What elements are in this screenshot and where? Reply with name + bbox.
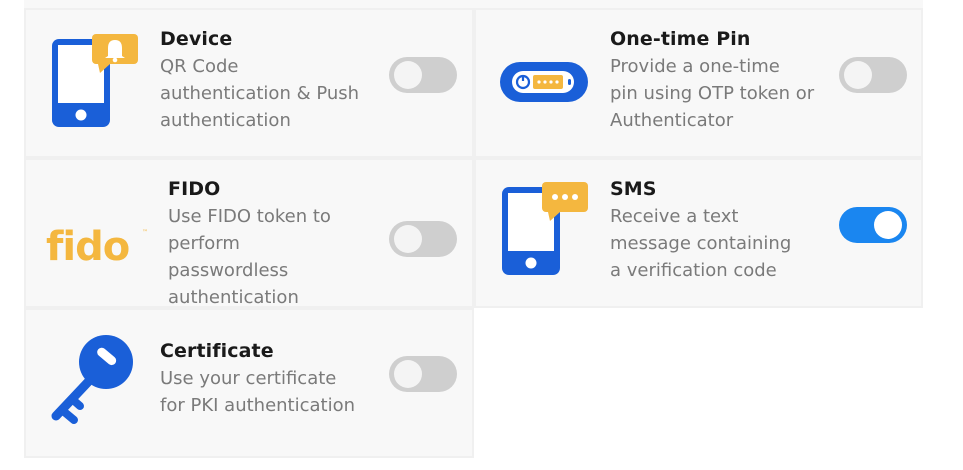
description-line: authentication xyxy=(168,287,299,308)
toggle-knob xyxy=(394,225,422,253)
sms-toggle[interactable] xyxy=(839,207,907,243)
description-line: message containing xyxy=(610,233,792,254)
description-line: Provide a one-time xyxy=(610,56,780,77)
phone-bell-icon xyxy=(52,34,138,127)
fido-logo-text: fido xyxy=(46,224,129,266)
method-card-fido: fido ™ FIDO Use FIDO token to perform pa… xyxy=(24,158,474,308)
description-line: for PKI authentication xyxy=(160,395,356,416)
description-line: authentication & Push xyxy=(160,83,360,104)
method-title: One-time Pin xyxy=(610,28,751,50)
description-line: perform xyxy=(168,233,240,254)
method-card-sms: SMS Receive a text message containing a … xyxy=(474,158,923,308)
method-title: Device xyxy=(160,28,233,50)
description-line: Receive a text xyxy=(610,206,739,227)
method-title: Certificate xyxy=(160,340,274,362)
method-description: Provide a one-time pin using OTP token o… xyxy=(610,53,814,134)
description-line: Use your certificate xyxy=(160,368,337,389)
description-line: Use FIDO token to xyxy=(168,206,331,227)
description-line: pin using OTP token or xyxy=(610,83,815,104)
fido-toggle[interactable] xyxy=(389,221,457,257)
method-card-certificate: Certificate Use your certificate for PKI… xyxy=(24,308,474,458)
description-line: authentication xyxy=(160,110,291,131)
key-icon xyxy=(51,335,133,424)
toggle-knob xyxy=(394,61,422,89)
method-description: Use your certificate for PKI authenticat… xyxy=(160,365,355,419)
device-toggle[interactable] xyxy=(389,57,457,93)
description-line: Authenticator xyxy=(610,110,734,131)
svg-text:™: ™ xyxy=(142,229,148,236)
toggle-knob xyxy=(394,360,422,388)
toggle-knob xyxy=(874,211,902,239)
otp-token-icon xyxy=(500,62,588,102)
method-card-device: Device QR Code authentication & Push aut… xyxy=(24,8,474,158)
toggle-knob xyxy=(844,61,872,89)
method-description: Use FIDO token to perform passwordless a… xyxy=(168,203,331,311)
one-time-pin-toggle[interactable] xyxy=(839,57,907,93)
description-line: a verification code xyxy=(610,260,777,281)
fido-logo-icon: fido ™ xyxy=(46,224,148,266)
description-line: passwordless xyxy=(168,260,289,281)
method-title: FIDO xyxy=(168,178,221,200)
method-card-one-time-pin: One-time Pin Provide a one-time pin usin… xyxy=(474,8,923,158)
method-description: QR Code authentication & Push authentica… xyxy=(160,53,359,134)
method-title: SMS xyxy=(610,178,657,200)
phone-message-icon xyxy=(502,182,588,275)
description-line: QR Code xyxy=(160,56,239,77)
method-description: Receive a text message containing a veri… xyxy=(610,203,791,284)
certificate-toggle[interactable] xyxy=(389,356,457,392)
